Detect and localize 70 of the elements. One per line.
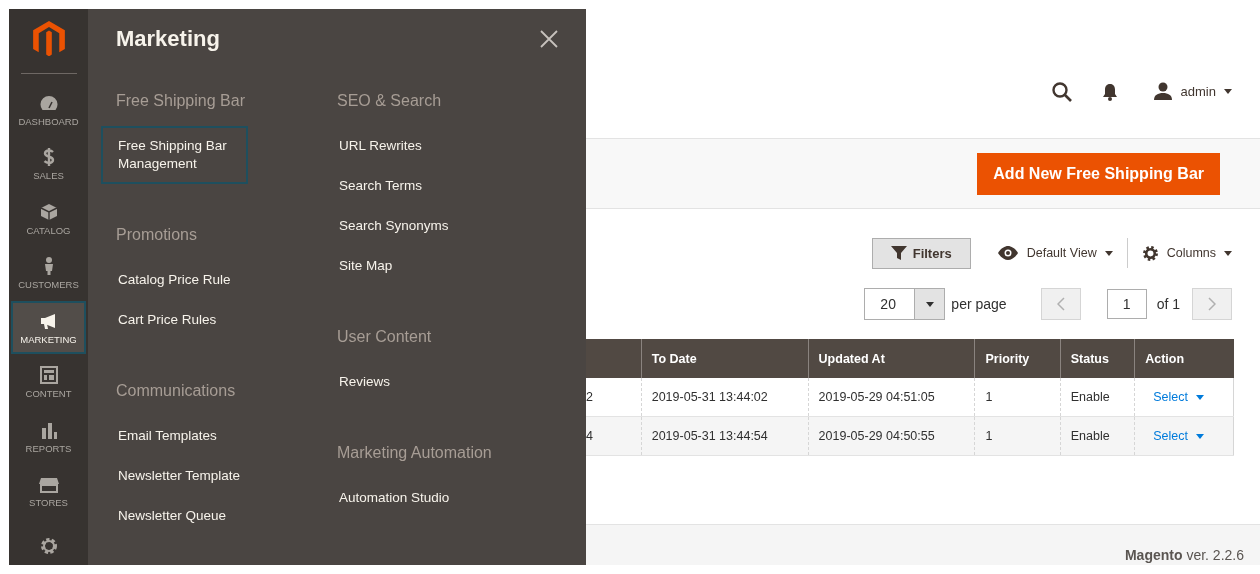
sidebar-item[interactable]: STORES bbox=[11, 465, 86, 518]
menu-item[interactable]: Search Terms bbox=[322, 166, 440, 206]
menu-item[interactable]: Site Map bbox=[322, 246, 410, 286]
gear-icon bbox=[1141, 244, 1159, 262]
caret-icon bbox=[1224, 250, 1232, 256]
user-icon bbox=[1152, 81, 1173, 101]
per-page-label: per page bbox=[951, 296, 1007, 312]
table-cell: 2019-05-29 04:51:05 bbox=[808, 378, 975, 417]
funnel-icon bbox=[890, 245, 907, 261]
page-count: of 1 bbox=[1156, 296, 1180, 312]
menu-section-title: User Content bbox=[337, 328, 433, 346]
menu-item[interactable]: Catalog Price Rule bbox=[101, 260, 248, 300]
table-cell: Enable bbox=[1060, 378, 1135, 417]
caret-icon bbox=[1195, 433, 1204, 439]
layout-icon bbox=[38, 365, 59, 386]
menu-section-title: Communications bbox=[116, 382, 237, 400]
sidebar-item[interactable]: SALES bbox=[11, 137, 86, 191]
menu-section-title: Promotions bbox=[116, 226, 198, 244]
filters-button[interactable]: Filters bbox=[871, 237, 971, 269]
table-cell: Enable bbox=[1060, 416, 1135, 456]
column-header: Action bbox=[1134, 339, 1234, 378]
add-new-button[interactable]: Add New Free Shipping Bar bbox=[977, 152, 1220, 195]
view-dropdown[interactable]: Default View bbox=[982, 246, 1127, 260]
version-text: Magento ver. 2.2.6 bbox=[1124, 547, 1244, 564]
gear-icon bbox=[38, 535, 59, 556]
menu-item[interactable]: Newsletter Template bbox=[101, 456, 258, 496]
sidebar-item[interactable]: CONTENT bbox=[11, 355, 86, 409]
table-cell: 2019-05-29 04:50:55 bbox=[808, 416, 975, 456]
table-cell: 1 bbox=[975, 378, 1061, 417]
menu-section-title: SEO & Search bbox=[337, 92, 443, 110]
caret-icon bbox=[1104, 250, 1113, 256]
table-cell: 2019-05-31 13:44:54 bbox=[641, 416, 809, 456]
menu-item[interactable]: Newsletter Queue bbox=[101, 496, 244, 536]
per-page-dropdown[interactable]: 20 bbox=[864, 288, 946, 320]
caret-icon bbox=[925, 301, 934, 307]
menu-item[interactable]: Cart Price Rules bbox=[101, 300, 234, 340]
chevron-left-icon bbox=[1056, 297, 1065, 311]
column-header: To Date bbox=[641, 339, 809, 378]
menu-item[interactable]: Search Synonyms bbox=[322, 206, 466, 246]
caret-icon bbox=[1224, 88, 1232, 94]
sidebar-item[interactable]: CUSTOMERS bbox=[11, 246, 86, 300]
logo-icon bbox=[31, 21, 66, 57]
column-header: Priority bbox=[975, 339, 1061, 378]
sidebar-item[interactable]: CATALOG bbox=[11, 192, 86, 245]
table-cell: 2019-05-31 13:44:02 bbox=[641, 378, 809, 417]
table-cell: 1 bbox=[975, 416, 1061, 456]
menu-section-title: Free Shipping Bar bbox=[116, 92, 246, 110]
search-icon[interactable] bbox=[1050, 81, 1073, 103]
panel-title: Marketing bbox=[116, 26, 220, 52]
column-header: Status bbox=[1060, 339, 1135, 378]
table-cell: 2 bbox=[586, 378, 642, 417]
columns-dropdown[interactable]: Columns bbox=[1127, 244, 1232, 262]
user-menu[interactable]: admin bbox=[1152, 81, 1232, 101]
menu-item[interactable]: URL Rewrites bbox=[322, 126, 439, 166]
menu-item[interactable]: Free Shipping Bar Management bbox=[101, 126, 248, 184]
chevron-right-icon bbox=[1208, 297, 1216, 311]
menu-section-title: Marketing Automation bbox=[337, 444, 493, 462]
menu-item[interactable]: Email Templates bbox=[101, 416, 234, 456]
sidebar-item[interactable]: DASHBOARD bbox=[11, 83, 86, 136]
sidebar-item[interactable]: MARKETING bbox=[11, 301, 86, 354]
page-input[interactable]: 1 bbox=[1106, 289, 1147, 319]
sidebar-item[interactable]: REPORTS bbox=[11, 410, 86, 463]
table-cell: 4 bbox=[586, 416, 642, 456]
box-icon bbox=[38, 201, 59, 222]
close-icon[interactable] bbox=[540, 30, 558, 48]
eye-icon bbox=[996, 246, 1019, 260]
menu-item[interactable]: Reviews bbox=[322, 362, 407, 402]
menu-item[interactable]: Automation Studio bbox=[322, 478, 467, 518]
column-header: Updated At bbox=[808, 339, 975, 378]
caret-icon bbox=[1195, 394, 1204, 400]
